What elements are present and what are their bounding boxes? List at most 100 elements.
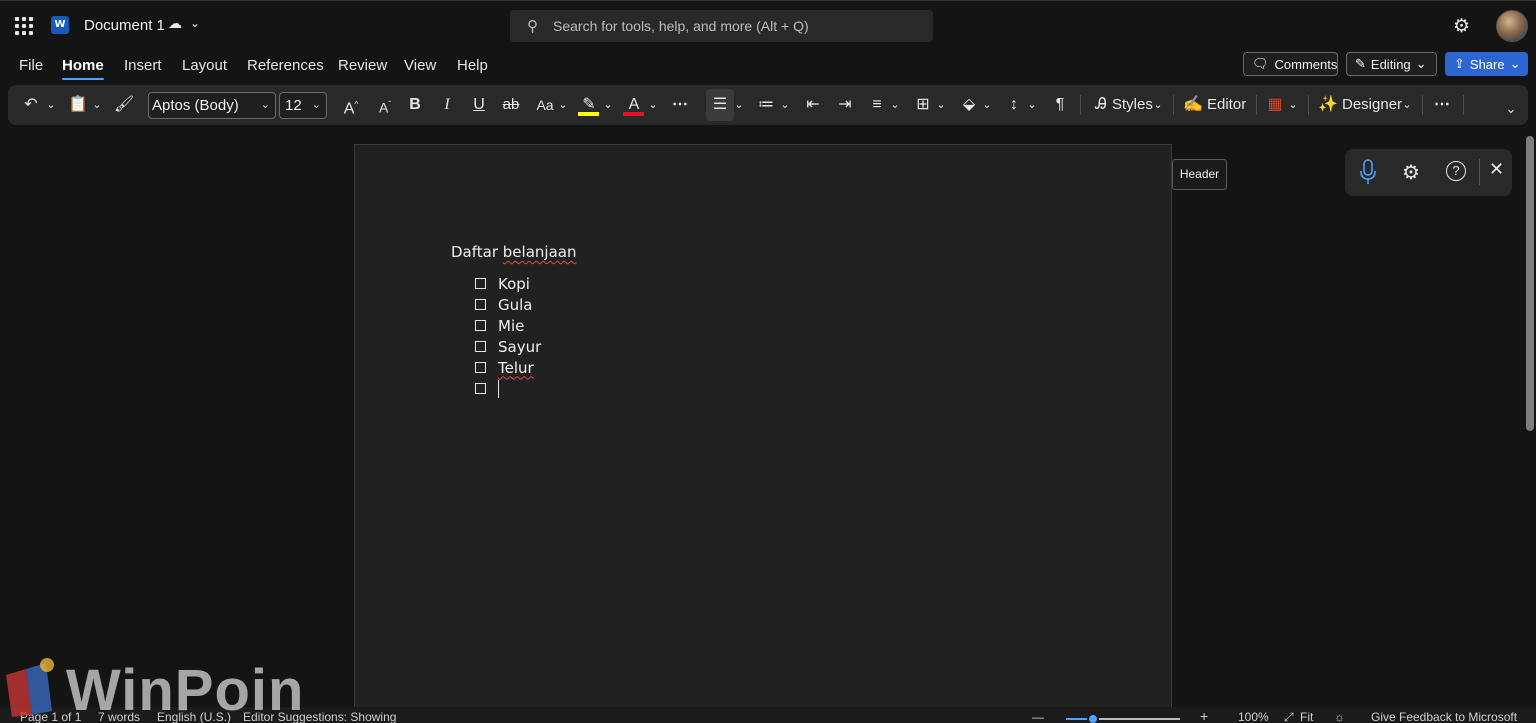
checkbox[interactable] bbox=[475, 383, 486, 394]
tab-references[interactable]: References bbox=[247, 57, 324, 74]
add-ins-icon[interactable]: ▦ bbox=[1264, 93, 1286, 117]
shading-icon[interactable]: ⬙ bbox=[957, 93, 981, 117]
designer-label[interactable]: Designer bbox=[1342, 93, 1402, 117]
list-item[interactable]: Kopi bbox=[475, 273, 541, 294]
editor-icon[interactable]: ✍ bbox=[1182, 93, 1204, 117]
checkbox[interactable] bbox=[475, 320, 486, 331]
tab-file[interactable]: File bbox=[19, 57, 43, 74]
increase-indent-icon[interactable]: ⇥ bbox=[833, 93, 857, 117]
paste-icon[interactable]: 📋 bbox=[67, 93, 89, 117]
tab-help[interactable]: Help bbox=[457, 57, 488, 74]
editing-mode-button[interactable]: ✎ Editing ⌄ bbox=[1346, 52, 1437, 76]
align-left-icon[interactable]: ≡ bbox=[865, 93, 889, 117]
save-status-icon[interactable]: ☁ bbox=[168, 15, 182, 32]
styles-icon[interactable]: Ꭿ bbox=[1090, 93, 1112, 117]
checkbox[interactable] bbox=[475, 341, 486, 352]
chevron-down-icon[interactable]: ⌄ bbox=[981, 93, 993, 117]
font-size-select[interactable]: 12 ⌄ bbox=[279, 92, 327, 119]
chevron-down-icon[interactable]: ⌄ bbox=[935, 93, 947, 117]
designer-icon[interactable]: ✨ bbox=[1317, 93, 1339, 117]
list-item[interactable]: Sayur bbox=[475, 336, 541, 357]
chevron-down-icon[interactable]: ⌄ bbox=[733, 93, 745, 117]
app-launcher-icon[interactable] bbox=[15, 17, 33, 35]
chevron-down-icon[interactable]: ⌄ bbox=[1287, 93, 1299, 117]
chevron-down-icon[interactable]: ⌄ bbox=[557, 93, 569, 117]
page-heading[interactable]: Daftar belanjaan bbox=[451, 243, 576, 261]
checkbox[interactable] bbox=[475, 278, 486, 289]
more-icon[interactable]: ⋯ bbox=[668, 93, 692, 117]
italic-icon[interactable]: I bbox=[437, 93, 457, 117]
chevron-down-icon[interactable]: ⌄ bbox=[44, 93, 58, 117]
search-box[interactable]: ⚲ bbox=[510, 10, 933, 42]
expand-ribbon-icon[interactable]: ⌄ bbox=[1504, 97, 1518, 121]
close-icon[interactable]: ✕ bbox=[1489, 159, 1504, 180]
comments-button[interactable]: 🗨 Comments bbox=[1243, 52, 1338, 76]
chevron-down-icon[interactable]: ⌄ bbox=[647, 93, 659, 117]
chevron-down-icon[interactable]: ⌄ bbox=[1401, 93, 1413, 117]
list-item-text: Telur bbox=[498, 358, 534, 377]
chevron-down-icon[interactable]: ⌄ bbox=[190, 16, 200, 30]
tab-insert[interactable]: Insert bbox=[124, 57, 162, 74]
dictation-toolbar: ⚙ ? ✕ bbox=[1345, 149, 1512, 196]
borders-icon[interactable]: ⊞ bbox=[911, 93, 935, 117]
vertical-scrollbar[interactable] bbox=[1526, 136, 1534, 431]
font-name-select[interactable]: Aptos (Body) ⌄ bbox=[148, 92, 276, 119]
checkbox[interactable] bbox=[475, 299, 486, 310]
gear-icon[interactable]: ⚙ bbox=[1453, 15, 1470, 38]
chevron-down-icon[interactable]: ⌄ bbox=[1152, 93, 1164, 117]
decrease-indent-icon[interactable]: ⇤ bbox=[801, 93, 825, 117]
tab-home[interactable]: Home bbox=[62, 57, 104, 80]
list-item[interactable]: Mie bbox=[475, 315, 541, 336]
document-title[interactable]: Document 1 bbox=[84, 17, 165, 34]
styles-label[interactable]: Styles bbox=[1112, 93, 1153, 117]
pencil-icon: ✎ bbox=[1355, 56, 1366, 71]
zoom-out-button[interactable]: — bbox=[1032, 710, 1044, 723]
search-input[interactable] bbox=[553, 10, 923, 42]
format-painter-icon[interactable]: 🖌 bbox=[112, 93, 136, 117]
grow-font-icon[interactable]: A^ bbox=[340, 93, 362, 117]
bold-icon[interactable]: B bbox=[405, 93, 425, 117]
more-options-icon[interactable]: ⋯ bbox=[1430, 93, 1454, 117]
help-icon[interactable]: ? bbox=[1446, 161, 1466, 181]
share-button[interactable]: ⇪ Share ⌄ bbox=[1445, 52, 1528, 76]
chevron-down-icon[interactable]: ⌄ bbox=[90, 93, 104, 117]
undo-icon[interactable]: ↶ bbox=[20, 93, 42, 117]
fit-label[interactable]: Fit bbox=[1300, 710, 1313, 723]
avatar[interactable] bbox=[1496, 10, 1528, 42]
zoom-slider-handle[interactable] bbox=[1087, 713, 1099, 723]
tab-view[interactable]: View bbox=[404, 57, 436, 74]
zoom-level[interactable]: 100% bbox=[1238, 710, 1269, 723]
zoom-slider[interactable] bbox=[1066, 718, 1180, 720]
fit-icon[interactable]: ⤢ bbox=[1284, 710, 1294, 723]
chevron-down-icon[interactable]: ⌄ bbox=[889, 93, 901, 117]
tab-layout[interactable]: Layout bbox=[182, 57, 227, 74]
chevron-down-icon[interactable]: ⌄ bbox=[1026, 93, 1038, 117]
checkbox[interactable] bbox=[475, 362, 486, 373]
paragraph-marks-icon[interactable]: ¶ bbox=[1048, 93, 1072, 117]
editor-label[interactable]: Editor bbox=[1207, 93, 1249, 117]
feedback-link[interactable]: Give Feedback to Microsoft bbox=[1371, 710, 1517, 723]
zoom-in-button[interactable]: + bbox=[1200, 708, 1208, 723]
microphone-icon[interactable] bbox=[1360, 159, 1376, 185]
gear-icon[interactable]: ⚙ bbox=[1402, 160, 1420, 185]
strikethrough-icon[interactable]: ab bbox=[499, 93, 523, 117]
divider bbox=[1463, 95, 1464, 115]
underline-icon[interactable]: U bbox=[469, 93, 489, 117]
bullets-icon[interactable]: ☰ bbox=[708, 93, 732, 117]
list-item-empty[interactable] bbox=[475, 378, 541, 399]
chevron-down-icon[interactable]: ⌄ bbox=[779, 93, 791, 117]
numbering-icon[interactable]: ≔ bbox=[754, 93, 778, 117]
list-item[interactable]: Gula bbox=[475, 294, 541, 315]
font-color-swatch bbox=[623, 112, 644, 116]
change-case-icon[interactable]: Aa bbox=[533, 93, 557, 117]
shrink-font-icon[interactable]: Aˇ bbox=[374, 93, 396, 117]
heading-word-misspelled[interactable]: belanjaan bbox=[503, 243, 577, 261]
highlight-color-swatch bbox=[578, 112, 599, 116]
chevron-down-icon[interactable]: ⌄ bbox=[602, 93, 614, 117]
ribbon-toolbar: ↶ ⌄ 📋 ⌄ 🖌 Aptos (Body) ⌄ 12 ⌄ A^ Aˇ B I … bbox=[8, 85, 1528, 125]
document-page[interactable]: Daftar belanjaan Kopi Gula Mie Sayur Tel… bbox=[354, 144, 1172, 723]
list-item[interactable]: Telur bbox=[475, 357, 541, 378]
line-spacing-icon[interactable]: ↕ bbox=[1002, 93, 1026, 117]
tab-review[interactable]: Review bbox=[338, 57, 387, 74]
focus-mode-icon[interactable]: ☼ bbox=[1334, 710, 1345, 723]
